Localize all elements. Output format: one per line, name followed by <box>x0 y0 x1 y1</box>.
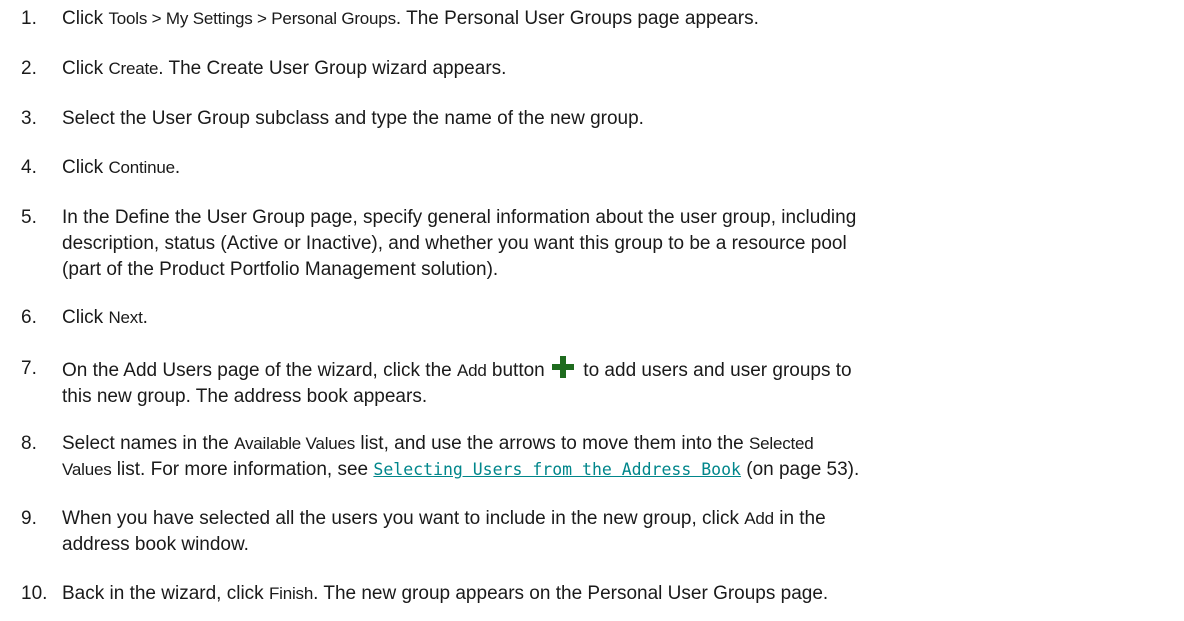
step-number: 2. <box>21 58 37 79</box>
step-line: When you have selected all the users you… <box>62 508 826 529</box>
step-number: 10. <box>21 583 48 604</box>
step-text: Click Next. <box>62 307 148 328</box>
step-text: Select names in the Available Values lis… <box>62 431 1172 483</box>
step-number: 4. <box>21 157 37 178</box>
step-text: Select the User Group subclass and type … <box>62 108 644 129</box>
ui-term-values: Values <box>62 460 112 479</box>
step-number: 5. <box>21 207 37 228</box>
ui-term-continue: Continue <box>108 158 175 177</box>
step-number: 1. <box>21 8 37 29</box>
ui-term-selected: Selected <box>749 434 814 453</box>
step-line: this new group. The address book appears… <box>62 386 428 407</box>
step-number: 7. <box>21 358 37 379</box>
step-text: On the Add Users page of the wizard, cli… <box>62 356 1172 410</box>
ui-term-add: Add <box>744 509 774 528</box>
ui-term-add: Add <box>456 361 487 380</box>
step-line: description, status (Active or Inactive)… <box>62 233 847 254</box>
step-text: Click Tools > My Settings > Personal Gro… <box>62 8 759 29</box>
ui-term-available-values: Available Values <box>234 434 356 453</box>
step-number: 8. <box>21 433 37 454</box>
step-line: address book window. <box>62 534 249 555</box>
step-number: 9. <box>21 508 37 529</box>
step-line: Select names in the Available Values lis… <box>62 433 814 454</box>
plus-icon <box>552 356 575 378</box>
step-line: In the Define the User Group page, speci… <box>62 207 857 228</box>
menu-path: Tools > My Settings > Personal Groups <box>108 9 396 28</box>
step-line: (part of the Product Portfolio Managemen… <box>62 259 499 280</box>
address-book-link[interactable]: Selecting Users from the Address Book <box>373 460 741 479</box>
step-text: Click Create. The Create User Group wiza… <box>62 58 507 79</box>
step-line: Values list. For more information, see S… <box>62 459 860 480</box>
ui-term-next: Next <box>108 308 143 327</box>
ui-term-create: Create <box>108 59 159 78</box>
step-text: Back in the wizard, click Finish. The ne… <box>62 583 829 604</box>
step-line: On the Add Users page of the wizard, cli… <box>62 356 1172 384</box>
step-text: In the Define the User Group page, speci… <box>62 205 1172 283</box>
step-text: Click Continue. <box>62 157 181 178</box>
step-number: 6. <box>21 307 37 328</box>
ui-term-finish: Finish <box>268 584 314 603</box>
step-number: 3. <box>21 108 37 129</box>
step-text: When you have selected all the users you… <box>62 506 1172 558</box>
